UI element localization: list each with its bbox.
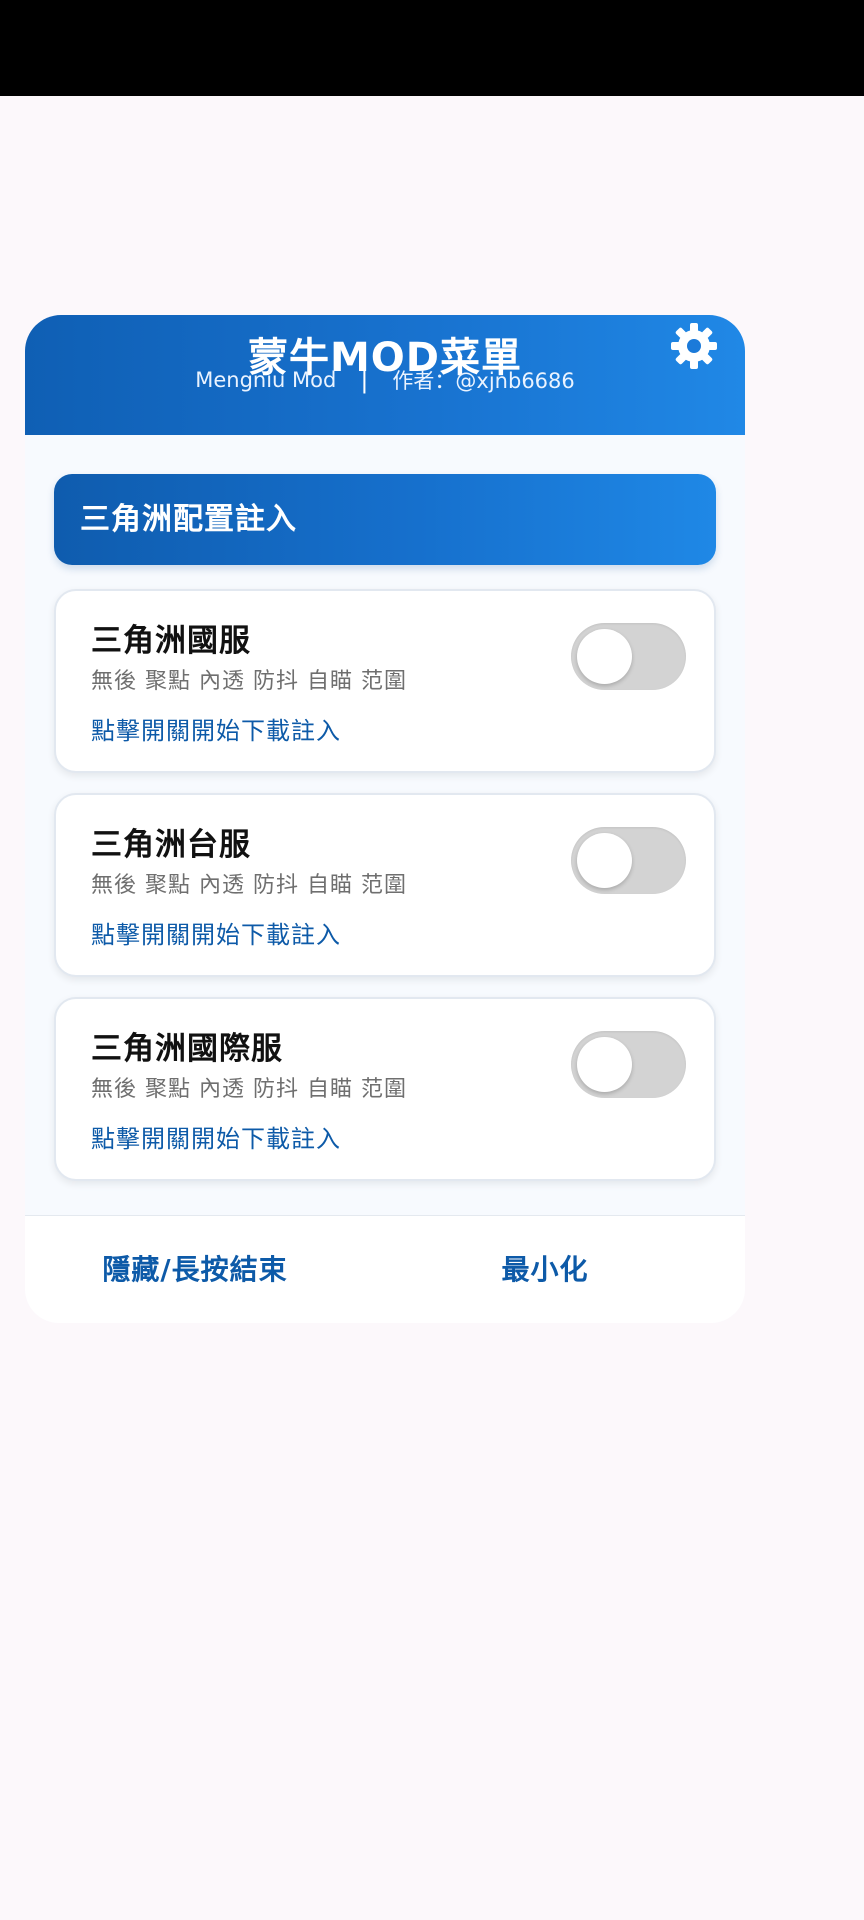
server-features: 無後 聚點 內透 防抖 自瞄 范圍 bbox=[91, 873, 407, 898]
toggle-switch-global[interactable] bbox=[571, 1031, 686, 1098]
header-separator: | bbox=[360, 366, 369, 394]
section-title: 三角洲配置註入 bbox=[80, 502, 297, 537]
brand-label: Mengniu Mod bbox=[195, 368, 337, 392]
toggle-knob bbox=[577, 629, 632, 684]
minimize-button[interactable]: 最小化 bbox=[485, 1216, 605, 1323]
server-features: 無後 聚點 內透 防抖 自瞄 范圍 bbox=[91, 1077, 407, 1102]
menu-subtitle: Mengniu Mod | 作者：@xjnb6686 bbox=[25, 365, 745, 395]
section-banner: 三角洲配置註入 bbox=[54, 474, 716, 565]
server-action-hint: 點擊開關開始下載註入 bbox=[91, 717, 341, 745]
toggle-knob bbox=[577, 1037, 632, 1092]
hide-button[interactable]: 隱藏/長按結束 bbox=[85, 1216, 305, 1323]
gear-icon[interactable] bbox=[666, 318, 722, 374]
server-title: 三角洲國際服 bbox=[91, 1031, 283, 1067]
server-title: 三角洲國服 bbox=[91, 623, 251, 659]
author-label: 作者：@xjnb6686 bbox=[392, 369, 575, 393]
menu-header: 蒙牛MOD菜單 Mengniu Mod | 作者：@xjnb6686 bbox=[25, 315, 745, 435]
server-action-hint: 點擊開關開始下載註入 bbox=[91, 1125, 341, 1153]
server-card-global: 三角洲國際服 無後 聚點 內透 防抖 自瞄 范圍 點擊開關開始下載註入 bbox=[54, 997, 716, 1181]
toggle-knob bbox=[577, 833, 632, 888]
status-bar bbox=[0, 0, 864, 96]
menu-footer: 隱藏/長按結束 最小化 bbox=[25, 1215, 745, 1323]
server-card-tw: 三角洲台服 無後 聚點 內透 防抖 自瞄 范圍 點擊開關開始下載註入 bbox=[54, 793, 716, 977]
mod-menu-panel: 蒙牛MOD菜單 Mengniu Mod | 作者：@xjnb6686 三角洲配置… bbox=[25, 315, 745, 1323]
toggle-switch-tw[interactable] bbox=[571, 827, 686, 894]
toggle-switch-cn[interactable] bbox=[571, 623, 686, 690]
server-features: 無後 聚點 內透 防抖 自瞄 范圍 bbox=[91, 669, 407, 694]
server-title: 三角洲台服 bbox=[91, 827, 251, 863]
server-card-cn: 三角洲國服 無後 聚點 內透 防抖 自瞄 范圍 點擊開關開始下載註入 bbox=[54, 589, 716, 773]
server-action-hint: 點擊開關開始下載註入 bbox=[91, 921, 341, 949]
